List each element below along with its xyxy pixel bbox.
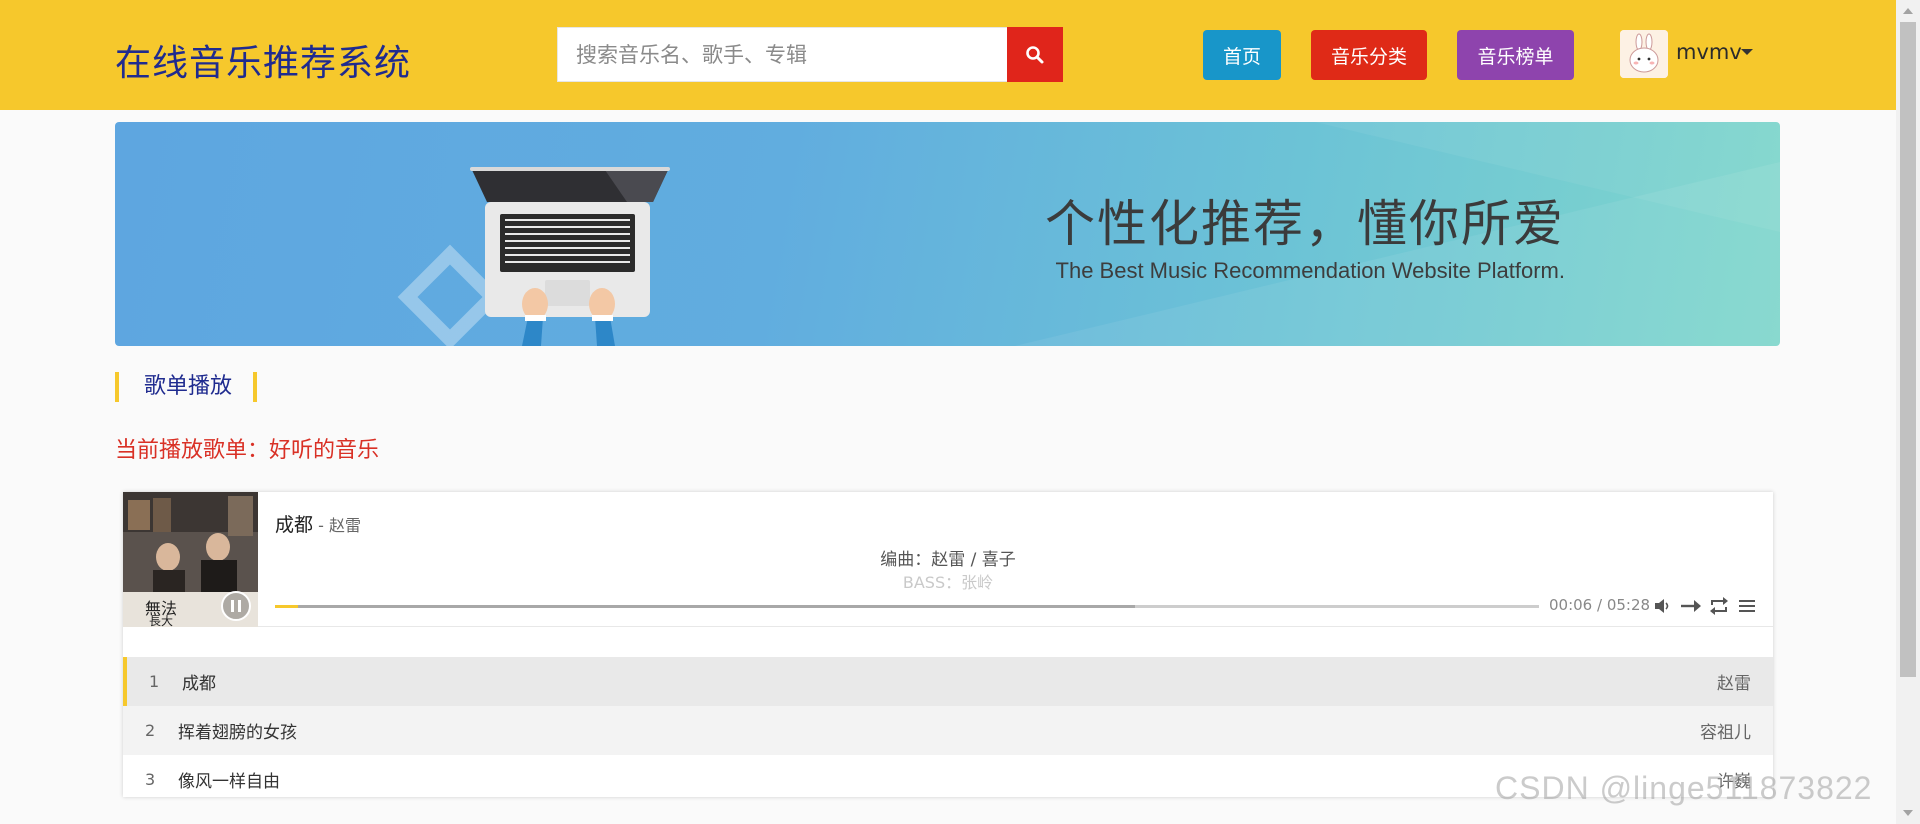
page-scrollbar[interactable] <box>1896 0 1920 824</box>
chevron-down-icon[interactable] <box>1741 49 1753 55</box>
site-title[interactable]: 在线音乐推荐系统 <box>115 34 411 86</box>
search-button[interactable] <box>1007 27 1063 82</box>
playlist-item-artist: 容祖儿 <box>1700 723 1751 743</box>
current-playlist-name: 好听的音乐 <box>269 438 380 463</box>
song-artist: - 赵雷 <box>313 516 361 535</box>
playlist-item[interactable]: 1 成都 赵雷 <box>123 657 1773 706</box>
player-divider <box>258 626 1773 627</box>
search-icon <box>1026 45 1044 63</box>
playlist-button[interactable] <box>1736 595 1758 617</box>
playlist-icon <box>1739 600 1755 612</box>
progress-loaded <box>275 605 1135 608</box>
search-input[interactable] <box>558 28 1007 81</box>
playlist-item-title: 成都 <box>182 674 216 694</box>
scroll-down-icon[interactable] <box>1903 810 1913 816</box>
playlist-item[interactable]: 2 挥着翅膀的女孩 容祖儿 <box>123 706 1773 755</box>
scroll-up-icon[interactable] <box>1903 8 1913 14</box>
avatar[interactable] <box>1620 30 1668 78</box>
current-playlist: 当前播放歌单：好听的音乐 <box>115 432 379 464</box>
progress-played <box>275 605 298 608</box>
svg-text:長大: 長大 <box>149 614 173 627</box>
nav-home-button[interactable]: 首页 <box>1203 30 1281 80</box>
playlist-item-artist: 赵雷 <box>1717 674 1751 694</box>
playlist-item-title: 挥着翅膀的女孩 <box>178 723 297 743</box>
volume-button[interactable] <box>1651 595 1673 617</box>
section-title-bar <box>253 372 257 402</box>
nav-category-button[interactable]: 音乐分类 <box>1311 30 1427 80</box>
banner-subheading: The Best Music Recommendation Website Pl… <box>1055 258 1565 283</box>
top-header: 在线音乐推荐系统 首页 音乐分类 音乐榜单 mvmv <box>0 0 1896 110</box>
current-playlist-label: 当前播放歌单： <box>115 438 270 463</box>
order-button[interactable] <box>1680 595 1702 617</box>
playlist-item-title: 像风一样自由 <box>178 772 280 792</box>
username[interactable]: mvmv <box>1676 40 1742 64</box>
song-title: 成都 <box>275 514 314 536</box>
hero-banner: 个性化推荐，懂你所爱 The Best Music Recommendation… <box>115 122 1780 346</box>
nav-ranking-button[interactable]: 音乐榜单 <box>1457 30 1574 80</box>
song-info: 成都 - 赵雷 <box>275 510 361 537</box>
banner-heading: 个性化推荐，懂你所爱 <box>1045 195 1565 253</box>
order-icon <box>1681 600 1701 612</box>
search-box <box>557 27 1008 82</box>
lyric-current: 编曲：赵雷 / 喜子 <box>880 550 1016 570</box>
watermark: CSDN @linge511873822 <box>1495 770 1873 806</box>
loop-button[interactable] <box>1708 595 1730 617</box>
pause-button[interactable] <box>221 591 251 621</box>
time-display: 00:06 / 05:28 <box>1549 596 1651 614</box>
volume-icon <box>1655 599 1669 613</box>
lyric-next: BASS：张岭 <box>902 573 994 592</box>
playlist-item-index: 1 <box>149 672 160 691</box>
music-player: 無法 長大 成都 - 赵雷 编曲：赵雷 / 喜子 BASS：张岭 00:06 /… <box>123 492 1773 797</box>
section-title: 歌单播放 <box>115 372 257 402</box>
scroll-thumb[interactable] <box>1900 22 1916 677</box>
loop-icon <box>1710 597 1728 615</box>
avatar-bunny-icon <box>1620 30 1668 78</box>
playlist-item-index: 2 <box>145 721 156 740</box>
playlist-item-index: 3 <box>145 770 156 789</box>
progress-bar[interactable] <box>275 605 1539 608</box>
